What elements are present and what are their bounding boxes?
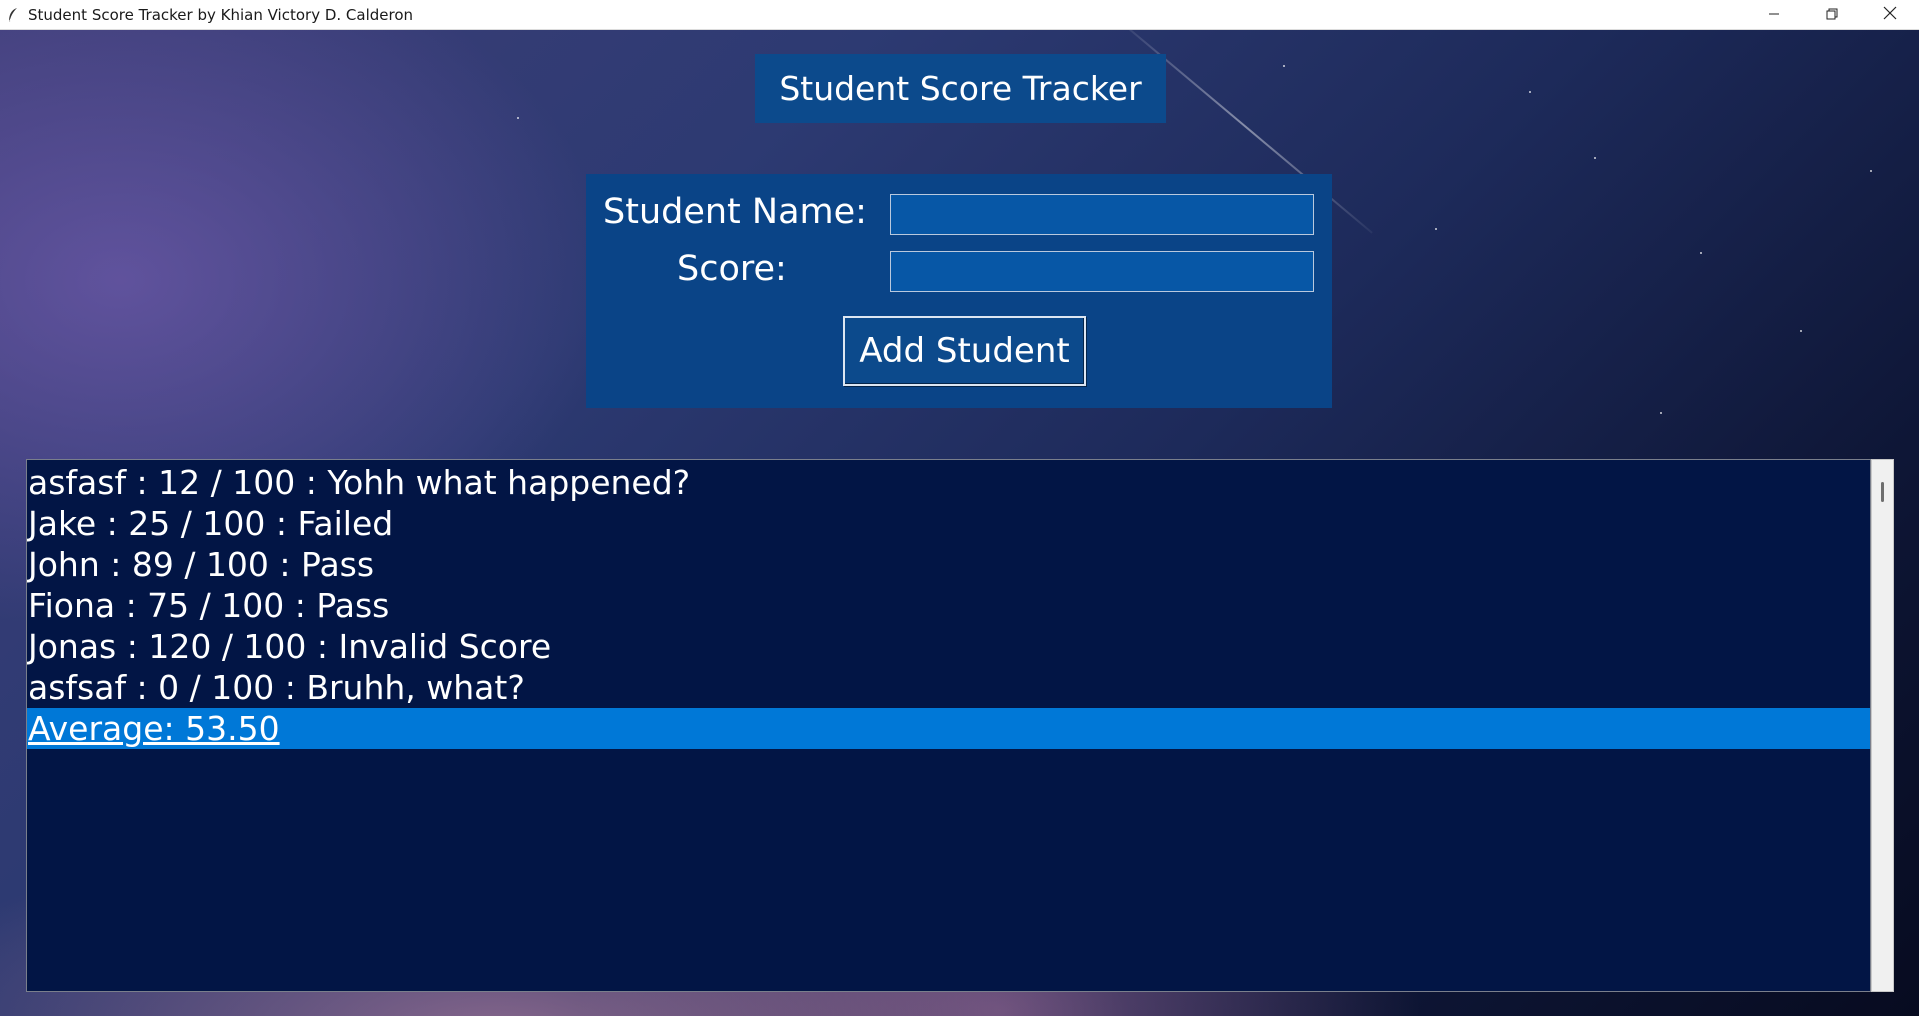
- close-button[interactable]: [1861, 0, 1919, 29]
- student-name-input[interactable]: [890, 194, 1314, 235]
- list-item[interactable]: asfasf : 12 / 100 : Yohh what happened?: [27, 462, 1870, 503]
- minimize-icon: [1768, 5, 1780, 24]
- app-heading-text: Student Score Tracker: [779, 69, 1142, 108]
- restore-icon: [1826, 5, 1838, 24]
- star: [517, 117, 519, 119]
- restore-button[interactable]: [1803, 0, 1861, 29]
- close-icon: [1883, 5, 1897, 24]
- star: [1870, 170, 1872, 172]
- star: [1700, 252, 1702, 254]
- student-name-label: Student Name:: [603, 192, 867, 232]
- window-title: Student Score Tracker by Khian Victory D…: [28, 5, 414, 24]
- average-row[interactable]: Average: 53.50: [27, 708, 1870, 749]
- title-bar[interactable]: Student Score Tracker by Khian Victory D…: [0, 0, 1919, 30]
- score-input[interactable]: [890, 251, 1314, 292]
- student-form-panel: Student Name: Score: Add Student: [586, 174, 1332, 408]
- add-student-button[interactable]: Add Student: [843, 316, 1086, 386]
- star: [1529, 91, 1531, 93]
- minimize-button[interactable]: [1745, 0, 1803, 29]
- list-item[interactable]: Jonas : 120 / 100 : Invalid Score: [27, 626, 1870, 667]
- app-window: Student Score Tracker by Khian Victory D…: [0, 0, 1919, 1016]
- star: [1283, 65, 1285, 67]
- window-controls: [1745, 0, 1919, 29]
- star: [1660, 412, 1662, 414]
- student-listbox[interactable]: asfasf : 12 / 100 : Yohh what happened? J…: [26, 459, 1871, 992]
- list-item[interactable]: asfsaf : 0 / 100 : Bruhh, what?: [27, 667, 1870, 708]
- star: [1800, 330, 1802, 332]
- scrollbar-thumb[interactable]: [1881, 482, 1884, 502]
- list-item[interactable]: Jake : 25 / 100 : Failed: [27, 503, 1870, 544]
- star: [1435, 228, 1437, 230]
- background-canvas: Student Score Tracker Student Name: Scor…: [0, 30, 1919, 1016]
- student-list: asfasf : 12 / 100 : Yohh what happened? J…: [27, 460, 1870, 749]
- app-heading: Student Score Tracker: [755, 54, 1166, 123]
- score-label: Score:: [677, 249, 787, 289]
- vertical-scrollbar[interactable]: [1871, 459, 1894, 992]
- list-item[interactable]: John : 89 / 100 : Pass: [27, 544, 1870, 585]
- feather-icon: [6, 7, 20, 23]
- list-item[interactable]: Fiona : 75 / 100 : Pass: [27, 585, 1870, 626]
- star: [1594, 157, 1596, 159]
